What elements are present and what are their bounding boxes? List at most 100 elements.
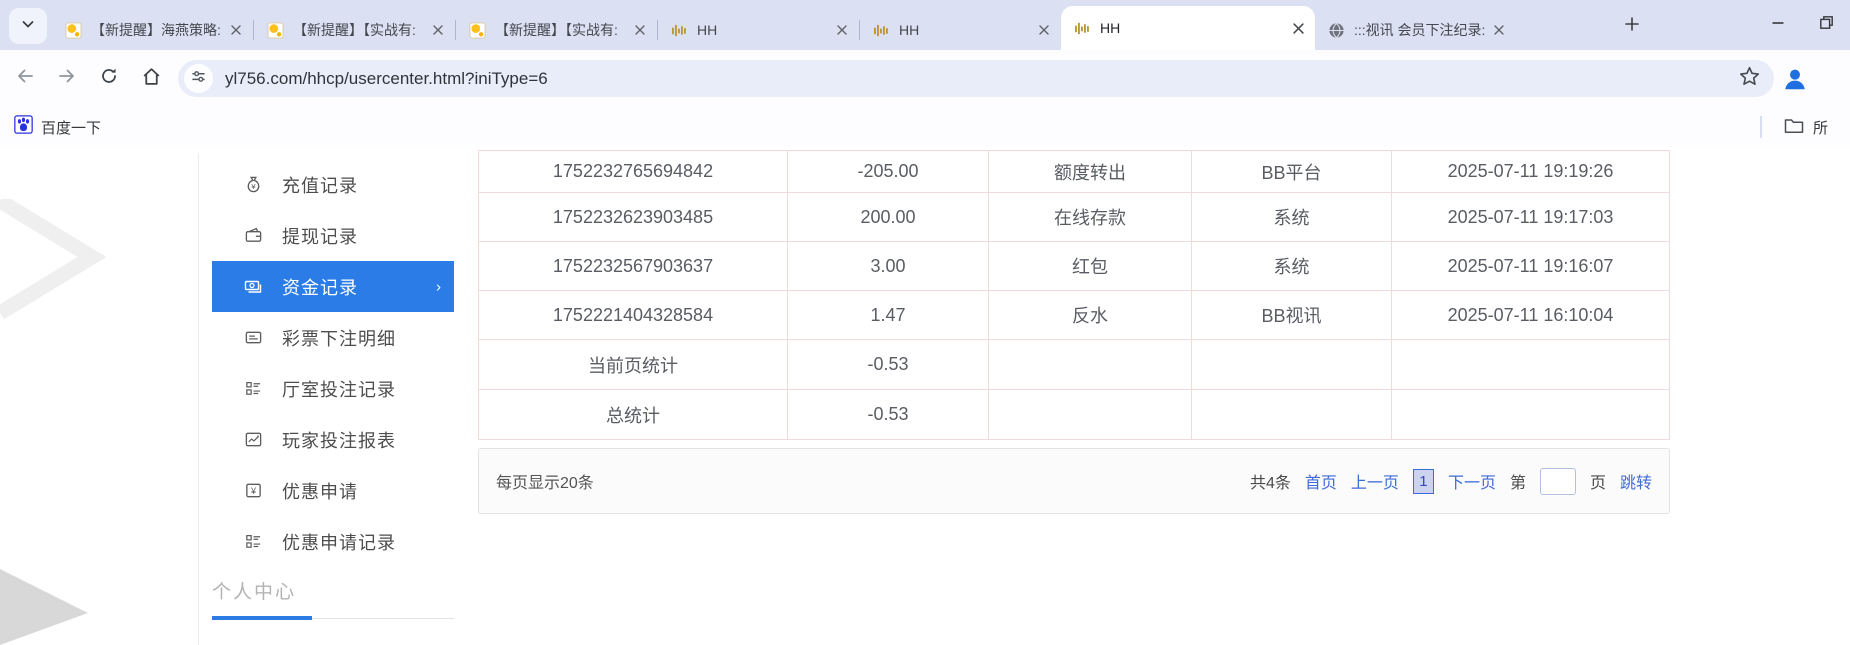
chart-icon <box>242 430 264 449</box>
tab-close-icon[interactable] <box>833 21 851 39</box>
prev-page-link[interactable]: 上一页 <box>1351 469 1399 493</box>
reload-button[interactable] <box>92 62 126 96</box>
address-bar[interactable]: yl756.com/hhcp/usercenter.html?iniType=6 <box>178 60 1774 97</box>
jump-button[interactable]: 跳转 <box>1620 469 1652 493</box>
tab-hh-active[interactable]: HH <box>1061 6 1315 50</box>
sidebar-item-recharge-records[interactable]: ¥ 充值记录 <box>212 159 454 210</box>
plus-icon <box>1625 16 1639 36</box>
tab-hh-2[interactable]: HH <box>860 10 1061 50</box>
cell-order-id: 1752221404328584 <box>479 291 788 339</box>
sidebar-item-withdraw-records[interactable]: 提现记录 <box>212 210 454 261</box>
restore-button[interactable] <box>1802 0 1850 50</box>
cell-time: 2025-07-11 19:19:26 <box>1447 161 1614 181</box>
site-info-button[interactable] <box>184 64 213 93</box>
sidebar-divider <box>198 153 199 645</box>
window-controls <box>1754 0 1850 50</box>
profile-avatar[interactable] <box>1782 66 1808 92</box>
tab-title: HH <box>899 22 920 38</box>
tab-close-icon[interactable] <box>227 21 245 39</box>
tab-close-icon[interactable] <box>429 21 447 39</box>
restore-icon <box>1819 15 1834 35</box>
sidebar-item-lottery-bet-details[interactable]: 彩票下注明细 <box>212 312 454 363</box>
tab-close-icon[interactable] <box>1490 21 1508 39</box>
cell-empty <box>1392 390 1669 439</box>
sidebar-item-label: 优惠申请 <box>282 481 358 502</box>
next-page-link[interactable]: 下一页 <box>1448 469 1496 493</box>
goldwave-favicon-icon <box>872 21 890 39</box>
tab-forum-3[interactable]: 【新提醒】【实战有: <box>456 10 657 50</box>
cell-label: 总统计 <box>479 390 788 439</box>
decor-triangle-outline <box>0 194 115 326</box>
url-text[interactable]: yl756.com/hhcp/usercenter.html?iniType=6 <box>225 69 1734 89</box>
table-row-page-total: 当前页统计 -0.53 <box>479 340 1669 390</box>
section-underline <box>212 616 454 620</box>
sidebar-item-promo-apply-records[interactable]: 优惠申请记录 <box>212 516 454 567</box>
sidebar-item-label: 玩家投注报表 <box>282 430 396 451</box>
list-icon <box>242 379 264 398</box>
current-page-badge[interactable]: 1 <box>1412 468 1434 494</box>
cell-label: 当前页统计 <box>479 340 788 389</box>
tabs-container: 【新提醒】海燕策略: 【新提醒】【实战有: 【新提醒】【实战有: HH HH H… <box>52 6 1516 50</box>
cell-amount: 3.00 <box>788 242 989 290</box>
cell-type: 红包 <box>989 242 1192 290</box>
chevron-right-icon: › <box>436 278 441 295</box>
tab-search-button[interactable] <box>9 8 47 44</box>
bookmark-baidu[interactable]: 百度一下 <box>14 115 101 139</box>
cell-time: 2025-07-11 16:10:04 <box>1447 304 1614 325</box>
forum-favicon-icon <box>468 21 486 39</box>
page-jump-input[interactable] <box>1539 467 1576 495</box>
back-button[interactable] <box>8 62 42 96</box>
sidebar-item-label: 资金记录 <box>282 277 358 298</box>
tune-icon <box>191 69 206 89</box>
minimize-button[interactable] <box>1754 0 1802 50</box>
moneybag-icon: ¥ <box>242 175 264 194</box>
receipt-icon <box>242 328 264 347</box>
first-page-link[interactable]: 首页 <box>1305 469 1337 493</box>
cell-type: 反水 <box>989 291 1192 339</box>
forward-arrow-icon <box>57 66 77 91</box>
tab-close-icon[interactable] <box>1289 19 1307 37</box>
reload-icon <box>99 66 119 91</box>
cell-order-id: 1752232623903485 <box>479 193 788 241</box>
sidebar-item-promo-apply[interactable]: ¥ 优惠申请 <box>212 465 454 516</box>
cell-type: 在线存款 <box>989 193 1192 241</box>
pager-controls: 共4条 首页 上一页 1 下一页 第 页 跳转 <box>1236 467 1652 495</box>
banknotes-icon <box>242 277 264 297</box>
all-bookmarks-button[interactable]: 所 <box>1784 116 1850 139</box>
forward-button[interactable] <box>50 62 84 96</box>
sidebar-item-hall-bet-records[interactable]: 厅室投注记录 <box>212 363 454 414</box>
home-button[interactable] <box>134 62 168 96</box>
chevron-down-icon <box>21 17 35 36</box>
tab-hh-1[interactable]: HH <box>658 10 859 50</box>
per-page-label: 每页显示20条 <box>496 475 594 492</box>
sidebar-item-funds-records[interactable]: 资金记录 › <box>212 261 454 312</box>
sidebar-item-label: 厅室投注记录 <box>282 379 396 400</box>
star-icon <box>1739 66 1760 92</box>
bookmark-star-button[interactable] <box>1734 64 1764 94</box>
baidu-paw-icon <box>14 115 33 139</box>
bookmark-label: 百度一下 <box>41 119 102 137</box>
list-icon <box>242 532 264 551</box>
cell-amount: -205.00 <box>788 151 989 192</box>
forum-favicon-icon <box>64 21 82 39</box>
tab-video-records[interactable]: :::视讯 会员下注纪录: <box>1315 10 1516 50</box>
svg-text:¥: ¥ <box>251 182 256 191</box>
total-count-label: 共4条 <box>1250 475 1291 492</box>
wallet-icon <box>242 226 264 245</box>
cell-amount: 200.00 <box>788 193 989 241</box>
jump-prefix-label: 第 <box>1509 475 1526 492</box>
cell-platform: 系统 <box>1192 242 1392 290</box>
sidebar-section: 个人中心 <box>212 577 454 620</box>
cell-empty <box>1192 390 1392 439</box>
new-tab-button[interactable] <box>1618 12 1646 40</box>
sidebar-item-label: 优惠申请记录 <box>282 532 396 553</box>
goldwave-favicon-icon <box>670 21 688 39</box>
cell-order-id: 1752232765694842 <box>479 151 788 192</box>
minimize-icon <box>1771 16 1785 35</box>
tab-forum-2[interactable]: 【新提醒】【实战有: <box>254 10 455 50</box>
tab-close-icon[interactable] <box>1035 21 1053 39</box>
table-row: 1752221404328584 1.47 反水 BB视讯 2025-07-11… <box>479 291 1669 340</box>
tab-forum-1[interactable]: 【新提醒】海燕策略: <box>52 10 253 50</box>
sidebar-item-player-bet-report[interactable]: 玩家投注报表 <box>212 414 454 465</box>
tab-close-icon[interactable] <box>631 21 649 39</box>
